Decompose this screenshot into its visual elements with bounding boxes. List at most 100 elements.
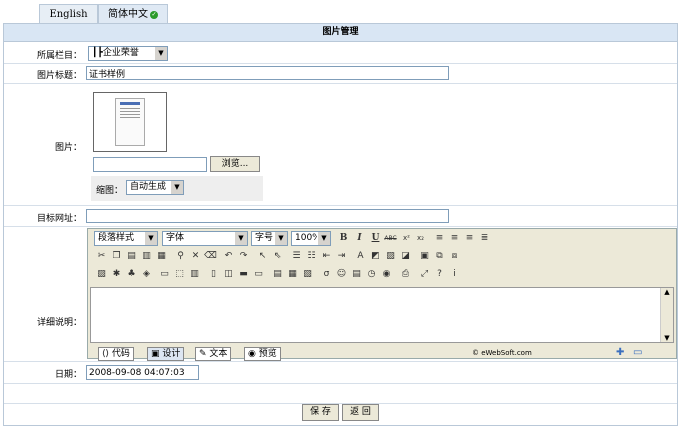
align-justify-icon[interactable]: ≣ <box>478 232 491 245</box>
row-column: 所属栏目： ┃┣企业荣誉 ▼ <box>4 43 677 64</box>
redo-icon[interactable]: ↷ <box>237 250 250 263</box>
date-icon[interactable]: ▤ <box>350 268 363 281</box>
certificate-image <box>115 98 145 146</box>
outdent-icon[interactable]: ⇤ <box>320 250 333 263</box>
file-icon[interactable]: ◈ <box>140 268 153 281</box>
select-all-icon[interactable]: ↖ <box>256 250 269 263</box>
title-input[interactable] <box>86 66 449 80</box>
code-icon: ⟨⟩ <box>102 349 112 359</box>
back-button[interactable]: 返 回 <box>342 404 379 421</box>
editor-text-area[interactable]: ▲ ▼ <box>90 287 674 343</box>
ordered-list-icon[interactable]: ☰ <box>290 250 303 263</box>
mode-code-tab[interactable]: ⟨⟩ 代码 <box>98 347 134 361</box>
mode-design-tab[interactable]: ▣ 设计 <box>147 347 185 361</box>
paragraph-style-select[interactable]: 段落样式 ▼ <box>94 231 158 246</box>
image-label: 图片： <box>54 143 82 153</box>
copy-icon[interactable]: ❐ <box>110 250 123 263</box>
align-center-icon[interactable]: ≡ <box>448 232 461 245</box>
table-props-icon[interactable]: ⬚ <box>173 268 186 281</box>
deselect-icon[interactable]: ⇖ <box>271 250 284 263</box>
forward-icon[interactable]: ⧉ <box>433 250 446 263</box>
url-input[interactable] <box>86 209 449 223</box>
font-size-select[interactable]: 字号 ▼ <box>251 231 288 246</box>
scroll-up-icon[interactable]: ▲ <box>661 288 673 296</box>
editor-scrollbar[interactable]: ▲ ▼ <box>660 288 673 342</box>
bold-icon[interactable]: B <box>337 232 350 245</box>
mode-preview-tab[interactable]: ◉ 预览 <box>244 347 281 361</box>
link-icon[interactable]: ⎙ <box>399 268 412 281</box>
absolute-position-icon[interactable]: ▣ <box>418 250 431 263</box>
thumb-select[interactable]: 自动生成 ▼ <box>126 180 184 195</box>
row-image: 图片： 浏览... 缩图： 自动生成 ▼ <box>4 84 677 206</box>
paste-word-icon[interactable]: ▦ <box>155 250 168 263</box>
expand-icon[interactable]: ✚ <box>616 347 624 358</box>
chevron-down-icon: ▼ <box>274 232 287 245</box>
strikethrough-icon[interactable]: ABC <box>384 232 397 245</box>
title-label: 图片标题： <box>36 71 82 81</box>
browse-button[interactable]: 浏览... <box>210 156 260 172</box>
editor-toolbar-2: ✂ ❐ ▤ ▥ ▦ ⚲ ✕ ⌫ ↶ ↷ ↖ ⇖ ☰ ☷ ⇤ ⇥ A ◩ ▨ ◪ … <box>92 248 672 265</box>
font-color-icon[interactable]: A <box>354 250 367 263</box>
cut-icon[interactable]: ✂ <box>95 250 108 263</box>
font-select[interactable]: 字体 ▼ <box>162 231 248 246</box>
tab-simplified-chinese[interactable]: 简体中文 ✓ <box>98 4 168 24</box>
column-select[interactable]: ┃┣企业荣誉 ▼ <box>88 46 168 61</box>
find-icon[interactable]: ⚲ <box>174 250 187 263</box>
indent-icon[interactable]: ⇥ <box>335 250 348 263</box>
flash-icon[interactable]: ✱ <box>110 268 123 281</box>
url-label: 目标网址： <box>36 214 82 224</box>
italic-icon[interactable]: I <box>353 232 366 245</box>
backward-icon[interactable]: ⧈ <box>448 250 461 263</box>
tab-english-label: English <box>49 9 88 20</box>
emoticon-icon[interactable]: ☺ <box>335 268 348 281</box>
shrink-icon[interactable]: ▭ <box>633 347 642 358</box>
file-path-input[interactable] <box>93 157 207 172</box>
align-left-icon[interactable]: ≡ <box>433 232 446 245</box>
page-icon[interactable]: ▯ <box>207 268 220 281</box>
language-tabs: English 简体中文 ✓ <box>0 0 680 24</box>
button-icon[interactable]: ▧ <box>301 268 314 281</box>
paste-icon[interactable]: ▤ <box>125 250 138 263</box>
column-label: 所属栏目： <box>36 51 82 61</box>
unordered-list-icon[interactable]: ☷ <box>305 250 318 263</box>
mode-text-tab[interactable]: ✎ 文本 <box>195 347 232 361</box>
table-icon[interactable]: ▭ <box>158 268 171 281</box>
scroll-down-icon[interactable]: ▼ <box>661 334 673 342</box>
subscript-icon[interactable]: x₂ <box>414 232 427 245</box>
form-icon[interactable]: ▤ <box>271 268 284 281</box>
save-button[interactable]: 保 存 <box>302 404 339 421</box>
symbol-icon[interactable]: ◉ <box>380 268 393 281</box>
block-color-icon[interactable]: ▨ <box>384 250 397 263</box>
fullscreen-icon[interactable]: ⤢ <box>418 268 431 281</box>
iframe-icon[interactable]: ◫ <box>222 268 235 281</box>
editor-toolbar-3: ▨ ✱ ♣ ◈ ▭ ⬚ ▥ ▯ ◫ ▬ ▭ ▤ ▦ ▧ σ ☺ ▤ ◷ ◉ ⎙ … <box>92 266 672 283</box>
underline-icon[interactable]: U <box>369 232 382 245</box>
align-right-icon[interactable]: ≡ <box>463 232 476 245</box>
delete-icon[interactable]: ✕ <box>189 250 202 263</box>
tab-chinese-label: 简体中文 <box>108 9 148 20</box>
certificate-thumbnail <box>93 92 167 152</box>
text-icon: ✎ <box>199 349 210 359</box>
input-icon[interactable]: ▦ <box>286 268 299 281</box>
check-icon: ✓ <box>150 11 158 19</box>
special-char-icon[interactable]: σ <box>320 268 333 281</box>
superscript-icon[interactable]: x² <box>400 232 413 245</box>
undo-icon[interactable]: ↶ <box>222 250 235 263</box>
time-icon[interactable]: ◷ <box>365 268 378 281</box>
zoom-select[interactable]: 100% ▼ <box>291 231 331 246</box>
paste-text-icon[interactable]: ▥ <box>140 250 153 263</box>
media-icon[interactable]: ♣ <box>125 268 138 281</box>
background-color-icon[interactable]: ◩ <box>369 250 382 263</box>
editor-toolbar-1: 段落样式 ▼ 字体 ▼ 字号 ▼ 100% ▼ B I U ABC x² x₂ ≡ ≡ … <box>92 230 672 247</box>
horizontal-rule-icon[interactable]: ▬ <box>237 268 250 281</box>
image-icon[interactable]: ▨ <box>95 268 108 281</box>
remove-format-icon[interactable]: ◪ <box>399 250 412 263</box>
marquee-icon[interactable]: ▭ <box>252 268 265 281</box>
cell-icon[interactable]: ▥ <box>188 268 201 281</box>
font-size-value: 字号 <box>255 233 274 243</box>
help-icon[interactable]: ? <box>433 268 446 281</box>
date-input[interactable] <box>86 365 199 380</box>
info-icon[interactable]: i <box>448 268 461 281</box>
tab-english[interactable]: English <box>39 4 98 24</box>
eraser-icon[interactable]: ⌫ <box>204 250 217 263</box>
